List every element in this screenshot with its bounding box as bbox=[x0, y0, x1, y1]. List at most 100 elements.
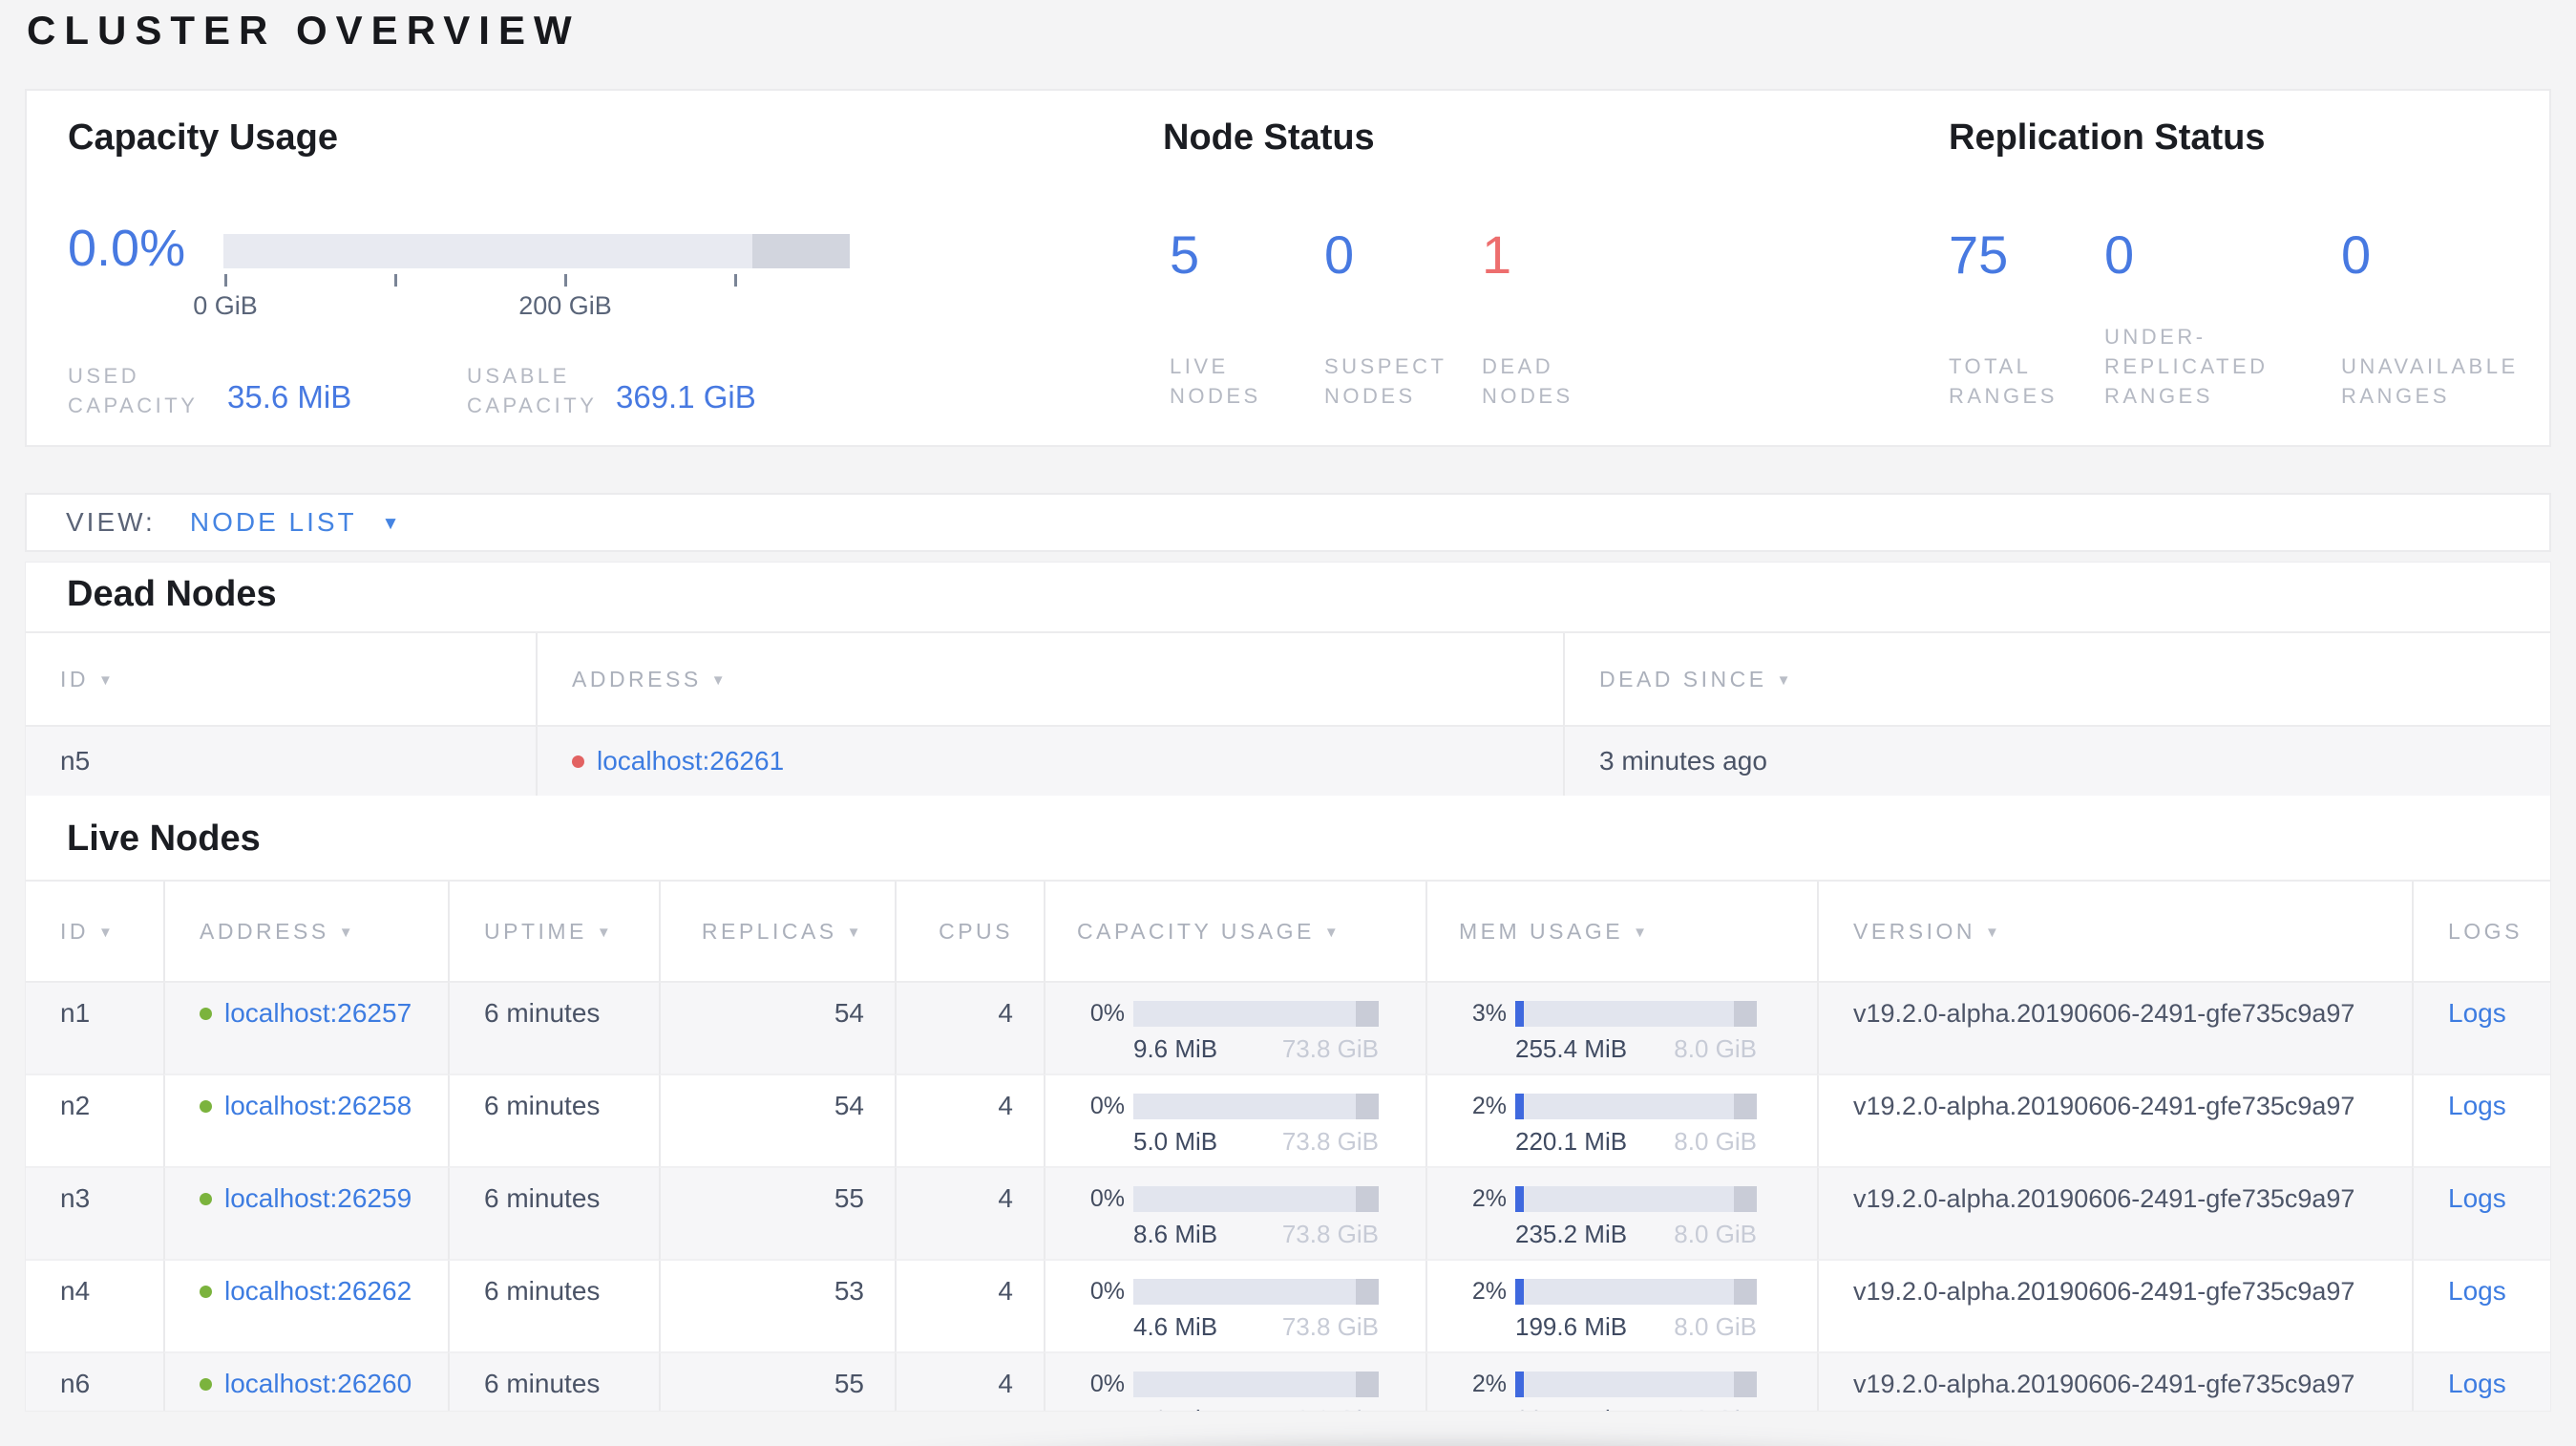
unavailable-ranges-count: 0 bbox=[2341, 224, 2372, 285]
column-header-address[interactable]: ADDRESS ▼ bbox=[536, 633, 1563, 727]
node-address-cell: localhost:26260 bbox=[163, 1353, 448, 1411]
dead-nodes-label: DEAD NODES bbox=[1482, 354, 1573, 408]
capacity-used: 8.6 MiB bbox=[1133, 1220, 1218, 1248]
node-replicas: 54 bbox=[659, 1075, 895, 1168]
column-header-id[interactable]: ID ▼ bbox=[26, 633, 536, 727]
node-capacity-usage-cell: 0% 5.0 MiB 73.8 GiB bbox=[1044, 1075, 1425, 1168]
sort-arrow-icon: ▼ bbox=[1633, 924, 1651, 941]
capacity-total: 73.8 GiB bbox=[1281, 1312, 1379, 1341]
column-header-cpus[interactable]: CPUS bbox=[895, 882, 1044, 983]
dead-node-address-cell: localhost:26261 bbox=[536, 727, 1563, 796]
dead-nodes-table: ID ▼ ADDRESS ▼ DEAD SINCE ▼ n5 localhost… bbox=[26, 631, 2550, 796]
column-header-logs[interactable]: LOGS bbox=[2412, 882, 2550, 983]
mem-bar bbox=[1515, 1093, 1757, 1119]
node-address-cell: localhost:26259 bbox=[163, 1168, 448, 1261]
mem-used: 235.2 MiB bbox=[1515, 1220, 1628, 1248]
logs-link[interactable]: Logs bbox=[2448, 998, 2506, 1029]
capacity-used: 9.6 MiB bbox=[1133, 1034, 1218, 1063]
node-cpus: 4 bbox=[895, 1353, 1044, 1411]
bottom-scroll-shadow bbox=[726, 1417, 2444, 1446]
under-replicated-ranges-label: UNDER-REPLICATED RANGES bbox=[2104, 325, 2269, 408]
replication-status-title: Replication Status bbox=[1949, 117, 2266, 158]
sort-arrow-icon: ▼ bbox=[98, 924, 116, 941]
view-selector-dropdown[interactable]: NODE LIST ▼ bbox=[190, 507, 403, 538]
dead-nodes-count: 1 bbox=[1482, 224, 1512, 285]
logs-link[interactable]: Logs bbox=[2448, 1369, 2506, 1399]
node-cpus: 4 bbox=[895, 983, 1044, 1075]
node-address-link[interactable]: localhost:26260 bbox=[224, 1369, 412, 1399]
bar-endcap bbox=[1356, 1000, 1379, 1027]
dead-node-address-link[interactable]: localhost:26261 bbox=[597, 746, 784, 776]
capacity-percent: 0% bbox=[1089, 1185, 1125, 1212]
node-address-cell: localhost:26262 bbox=[163, 1261, 448, 1353]
node-logs-cell: Logs bbox=[2412, 1261, 2550, 1353]
mem-total: 8.0 GiB bbox=[1674, 1404, 1757, 1411]
under-replicated-ranges-count: 0 bbox=[2104, 224, 2135, 285]
capacity-used: 5.0 MiB bbox=[1133, 1127, 1218, 1156]
capacity-usage-title: Capacity Usage bbox=[68, 117, 339, 158]
node-address-link[interactable]: localhost:26257 bbox=[224, 998, 412, 1029]
node-version: v19.2.0-alpha.20190606-2491-gfe735c9a97 bbox=[1817, 1075, 2412, 1168]
logs-link[interactable]: Logs bbox=[2448, 1276, 2506, 1307]
logs-link[interactable]: Logs bbox=[2448, 1183, 2506, 1214]
node-cpus: 4 bbox=[895, 1168, 1044, 1261]
bar-endcap bbox=[1356, 1371, 1379, 1397]
cluster-summary-card: Capacity Usage 0.0% 0 GiB 200 GiB USED C… bbox=[25, 89, 2551, 447]
column-header-id[interactable]: ID ▼ bbox=[26, 882, 163, 983]
mem-bar bbox=[1515, 1278, 1757, 1305]
column-header-replicas[interactable]: REPLICAS ▼ bbox=[659, 882, 895, 983]
node-mem-usage-cell: 2% 235.2 MiB 8.0 GiB bbox=[1425, 1168, 1817, 1261]
column-header-dead-since[interactable]: DEAD SINCE ▼ bbox=[1563, 633, 2550, 727]
node-version: v19.2.0-alpha.20190606-2491-gfe735c9a97 bbox=[1817, 1168, 2412, 1261]
live-status-dot-icon bbox=[200, 1193, 212, 1205]
node-capacity-usage-cell: 0% 7.8 MiB 73.8 GiB bbox=[1044, 1353, 1425, 1411]
node-replicas: 54 bbox=[659, 983, 895, 1075]
mem-used: 255.4 MiB bbox=[1515, 1034, 1628, 1063]
node-uptime: 6 minutes bbox=[448, 1353, 659, 1411]
node-address-cell: localhost:26257 bbox=[163, 983, 448, 1075]
capacity-percent: 0% bbox=[1089, 1371, 1125, 1397]
capacity-used: 7.8 MiB bbox=[1133, 1404, 1217, 1411]
usable-capacity-label: USABLE CAPACITY bbox=[467, 364, 598, 417]
column-header-capacity-usage[interactable]: CAPACITY USAGE ▼ bbox=[1044, 882, 1425, 983]
node-replicas: 55 bbox=[659, 1353, 895, 1411]
column-header-mem-usage[interactable]: MEM USAGE ▼ bbox=[1425, 882, 1817, 983]
capacity-total: 73.8 GiB bbox=[1281, 1220, 1379, 1248]
live-status-dot-icon bbox=[200, 1100, 212, 1113]
capacity-percent: 0.0% bbox=[68, 220, 186, 277]
node-address-link[interactable]: localhost:26262 bbox=[224, 1276, 412, 1307]
capacity-bar-endcap bbox=[752, 234, 850, 268]
node-address-link[interactable]: localhost:26258 bbox=[224, 1091, 412, 1121]
axis-tick bbox=[394, 274, 397, 287]
logs-link[interactable]: Logs bbox=[2448, 1091, 2506, 1121]
sort-arrow-icon: ▼ bbox=[338, 924, 357, 941]
view-selected-option: NODE LIST bbox=[189, 507, 357, 537]
node-logs-cell: Logs bbox=[2412, 1168, 2550, 1261]
node-uptime: 6 minutes bbox=[448, 1075, 659, 1168]
mem-used: 220.1 MiB bbox=[1515, 1127, 1628, 1156]
mem-percent: 2% bbox=[1471, 1278, 1507, 1305]
column-header-uptime[interactable]: UPTIME ▼ bbox=[448, 882, 659, 983]
node-address-link[interactable]: localhost:26259 bbox=[224, 1183, 412, 1214]
node-version: v19.2.0-alpha.20190606-2491-gfe735c9a97 bbox=[1817, 1353, 2412, 1411]
node-id: n2 bbox=[26, 1075, 163, 1168]
node-status-title: Node Status bbox=[1163, 117, 1375, 158]
column-header-address[interactable]: ADDRESS ▼ bbox=[163, 882, 448, 983]
capacity-total: 73.8 GiB bbox=[1282, 1404, 1379, 1411]
axis-tick-label-start: 0 GiB bbox=[193, 291, 258, 320]
bar-endcap bbox=[1734, 1093, 1757, 1119]
axis-tick-label-mid: 200 GiB bbox=[518, 291, 612, 320]
total-ranges-label: TOTAL RANGES bbox=[1949, 354, 2058, 408]
unavailable-ranges-label: UNAVAILABLE RANGES bbox=[2341, 354, 2519, 408]
column-header-version[interactable]: VERSION ▼ bbox=[1817, 882, 2412, 983]
bar-endcap bbox=[1356, 1278, 1379, 1305]
bar-endcap bbox=[1734, 1185, 1757, 1212]
node-cpus: 4 bbox=[895, 1075, 1044, 1168]
axis-tick bbox=[564, 274, 567, 287]
mem-bar bbox=[1515, 1371, 1757, 1397]
capacity-percent: 0% bbox=[1089, 1093, 1125, 1119]
sort-arrow-icon: ▼ bbox=[710, 671, 729, 689]
node-logs-cell: Logs bbox=[2412, 1353, 2550, 1411]
bar-endcap bbox=[1734, 1278, 1757, 1305]
live-nodes-label: LIVE NODES bbox=[1170, 354, 1261, 408]
